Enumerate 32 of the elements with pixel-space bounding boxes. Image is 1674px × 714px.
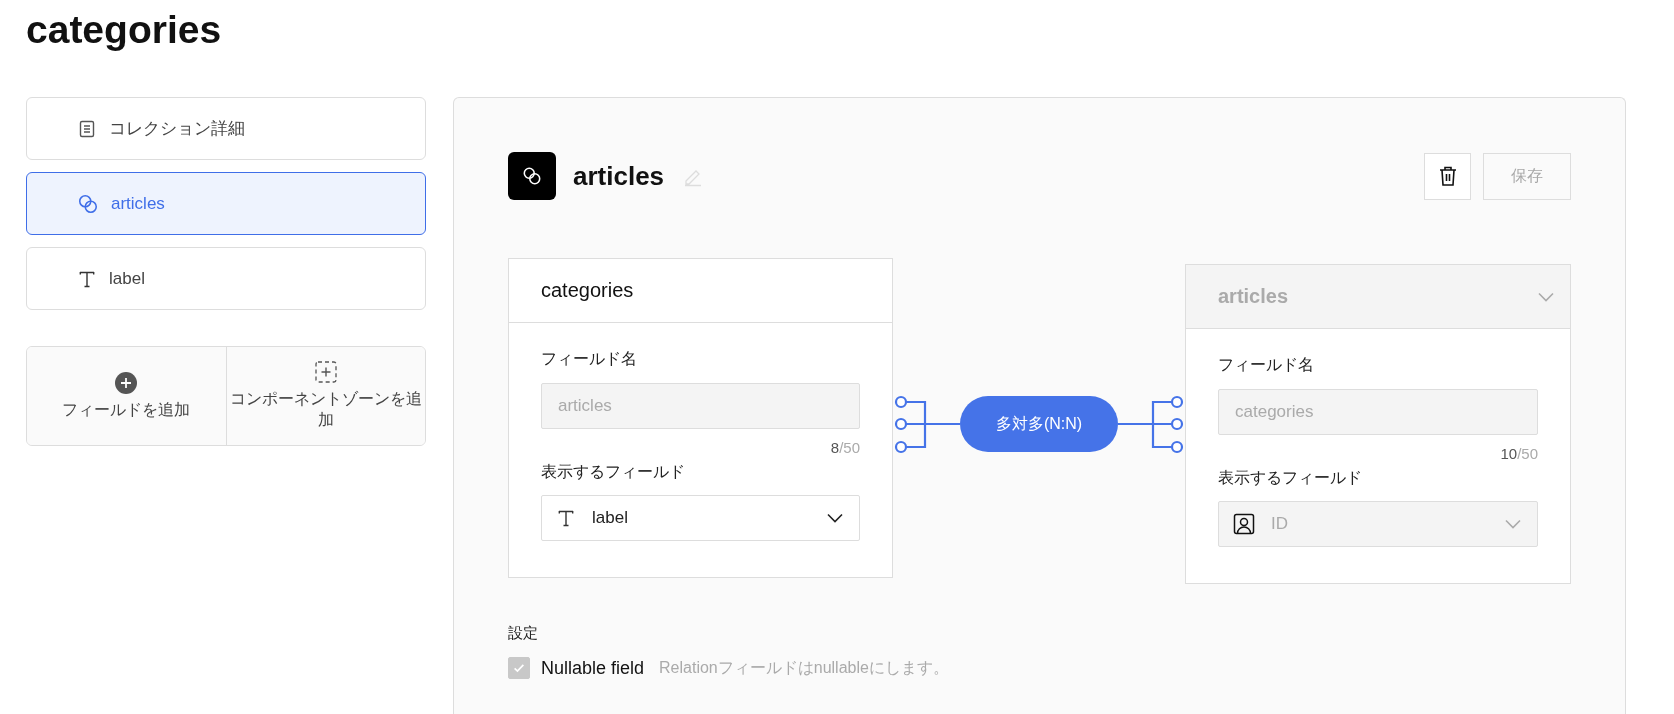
character-counter: 8/50 [830,439,860,456]
display-field-select[interactable]: label [541,495,860,541]
trash-icon [1437,165,1458,187]
field-label: 表示するフィールド [541,462,686,482]
field-label: 表示するフィールド [1218,468,1363,488]
link-icon [508,152,556,200]
chevron-down-icon [1505,519,1521,529]
chevron-down-icon [827,513,843,523]
document-icon [77,118,97,139]
connector-drawing [893,394,960,454]
character-counter: 10/50 [1500,445,1538,462]
relation-type-badge[interactable]: 多対多(N:N) [960,396,1118,452]
field-title: articles [573,160,665,192]
plus-circle-icon [115,371,138,394]
settings-heading: 設定 [508,624,538,643]
link-icon [77,192,99,215]
dashed-plus-icon [314,361,337,383]
sidebar-item[interactable]: コレクション詳細 [26,97,426,160]
option-description: Relationフィールドはnullableにします。 [659,657,949,678]
delete-button[interactable] [1424,152,1471,200]
collection-header: categories [509,259,892,323]
chevron-down-icon [1538,291,1554,302]
text-type-icon [556,508,576,528]
add-button[interactable]: コンポーネントゾーンを追加 [225,347,425,445]
sidebar-item[interactable]: articles [26,172,426,235]
page-title: categories [26,7,222,53]
sidebar-item[interactable]: label [26,247,426,310]
field-label: フィールド名 [1218,355,1315,375]
field-label: フィールド名 [541,349,638,369]
option-label: Nullable field [541,657,645,679]
person-icon [1233,513,1255,535]
connector-drawing [1118,394,1185,454]
